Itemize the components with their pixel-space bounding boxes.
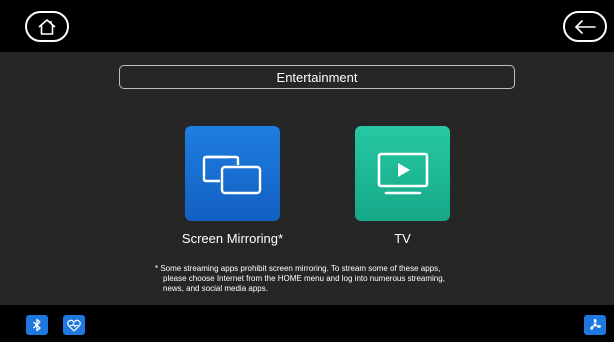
screen-mirroring-icon — [202, 151, 264, 197]
note-line-2: please choose Internet from the HOME men… — [163, 274, 445, 283]
top-bar — [0, 0, 614, 52]
streaming-note: * Some streaming apps prohibit screen mi… — [155, 264, 495, 294]
note-line-3: news, and social media apps. — [163, 284, 268, 293]
tv-tile[interactable] — [355, 126, 450, 221]
entertainment-screen: Entertainment Screen Mirroring* TV * Som… — [0, 0, 614, 342]
page-title: Entertainment — [119, 65, 515, 89]
bottom-bar — [0, 305, 614, 342]
screen-mirroring-label[interactable]: Screen Mirroring* — [150, 231, 315, 246]
bluetooth-icon — [32, 318, 42, 332]
tv-label[interactable]: TV — [355, 231, 450, 246]
fan-icon — [588, 318, 602, 332]
heart-pulse-icon — [67, 319, 81, 332]
back-arrow-icon — [573, 19, 597, 34]
home-button[interactable] — [25, 11, 69, 42]
tv-play-icon — [376, 151, 430, 197]
page-title-text: Entertainment — [276, 69, 358, 85]
home-icon — [37, 18, 57, 36]
health-button[interactable] — [63, 315, 85, 335]
bluetooth-button[interactable] — [26, 315, 48, 335]
note-line-1: * Some streaming apps prohibit screen mi… — [155, 264, 441, 273]
screen-mirroring-tile[interactable] — [185, 126, 280, 221]
back-button[interactable] — [563, 11, 607, 42]
fan-button[interactable] — [584, 315, 606, 335]
